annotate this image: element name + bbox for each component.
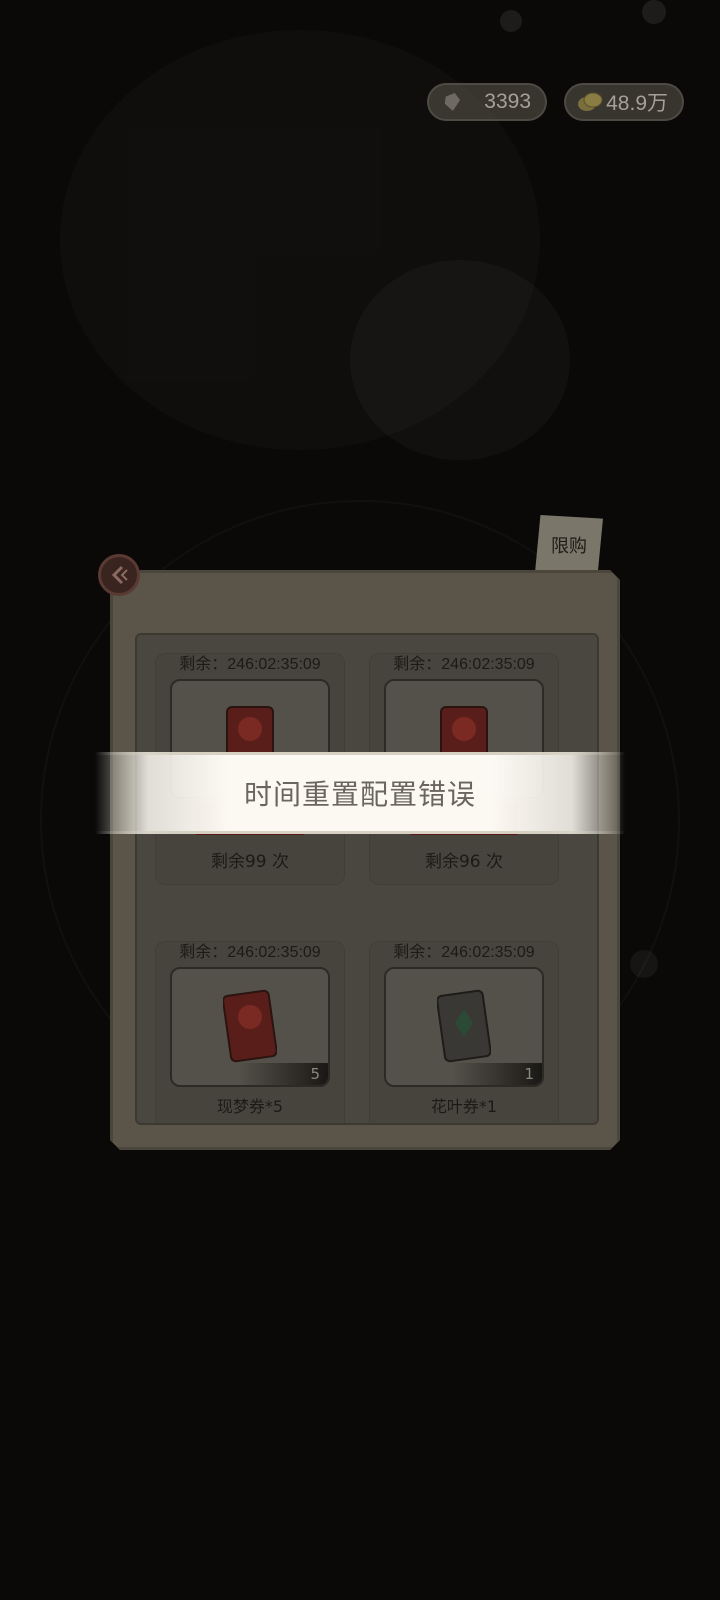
- shop-item[interactable]: 剩余：246:02:35:09 5 现梦券*5: [155, 941, 345, 1117]
- item-card: 5: [170, 967, 330, 1087]
- red-card-icon: [223, 987, 277, 1067]
- background-dot: [500, 10, 522, 32]
- gold-count: 48.9万: [606, 92, 668, 115]
- item-name: 现梦券*5: [216, 1097, 284, 1116]
- error-toast: 时间重置配置错误: [95, 752, 625, 834]
- item-timer: 剩余：246:02:35:09: [393, 944, 535, 961]
- item-quantity: 1: [452, 1063, 542, 1085]
- shop-item-grid: 剩余：246:02:35:09 600 剩余99 次 剩余：246:02:35:…: [135, 633, 599, 1125]
- gem-currency[interactable]: 3393: [427, 83, 547, 121]
- shop-panel: 剩余：246:02:35:09 600 剩余99 次 剩余：246:02:35:…: [110, 570, 620, 1150]
- shop-item[interactable]: 剩余：246:02:35:09 1 花叶券*1: [369, 941, 559, 1117]
- toast-message: 时间重置配置错误: [243, 778, 476, 811]
- background-dot: [642, 0, 666, 24]
- background-dot: [630, 950, 658, 978]
- remaining-count: 剩余96 次: [424, 852, 504, 872]
- green-card-icon: [437, 987, 491, 1067]
- gem-count: 3393: [484, 90, 531, 113]
- item-timer: 剩余：246:02:35:09: [393, 656, 535, 673]
- background-swirl: [350, 260, 570, 460]
- tab-limited-purchase-label: 限购: [551, 536, 587, 557]
- gold-coin-icon: [576, 88, 604, 116]
- back-button[interactable]: [98, 554, 140, 596]
- item-name: 花叶券*1: [430, 1097, 498, 1116]
- item-quantity: 5: [238, 1063, 328, 1085]
- tab-limited-purchase[interactable]: 限购: [535, 515, 603, 575]
- gem-icon: [439, 88, 467, 116]
- item-timer: 剩余：246:02:35:09: [179, 944, 321, 961]
- gold-currency[interactable]: 48.9万: [564, 83, 684, 121]
- remaining-count: 剩余99 次: [210, 852, 290, 872]
- item-card: 1: [384, 967, 544, 1087]
- item-timer: 剩余：246:02:35:09: [179, 656, 321, 673]
- back-arrow-icon: [111, 565, 128, 585]
